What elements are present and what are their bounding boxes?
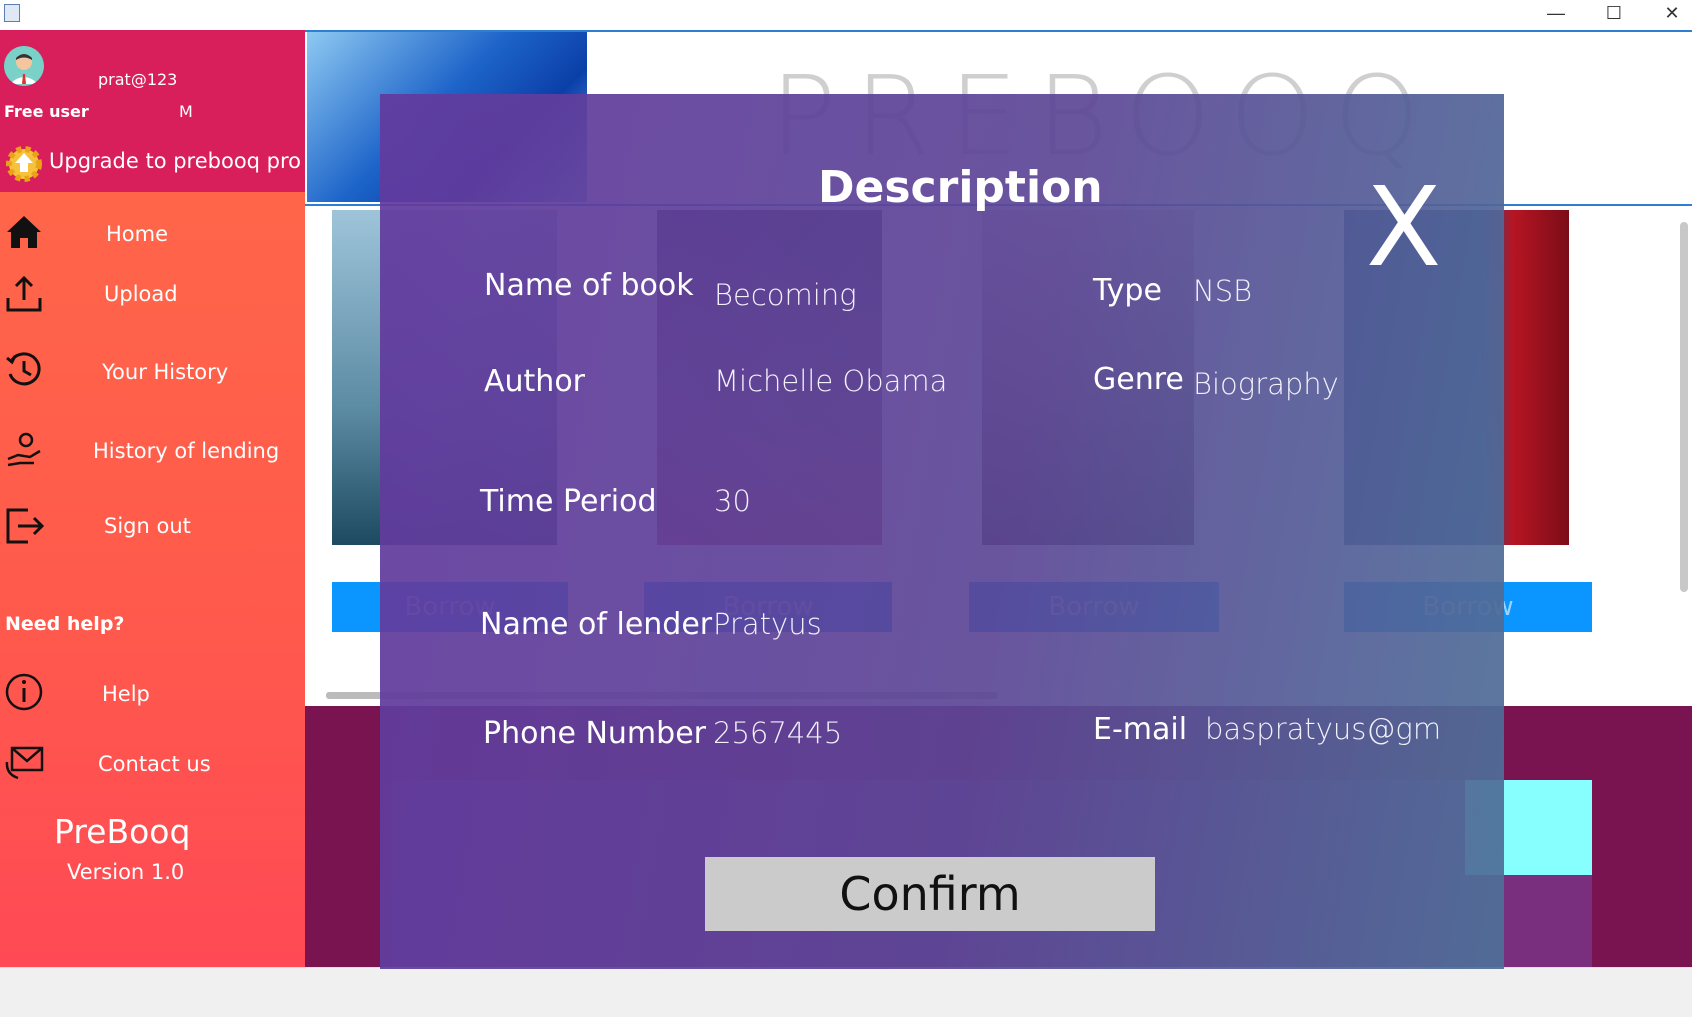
sidebar-item-help[interactable]: Help bbox=[0, 670, 305, 730]
email-value: baspratyus@gm bbox=[1205, 712, 1442, 746]
sidebar-item-home[interactable]: Home bbox=[0, 210, 305, 270]
username: prat@123 bbox=[98, 70, 178, 89]
version-label: Version 1.0 bbox=[67, 860, 185, 884]
time-period-value: 30 bbox=[714, 484, 751, 518]
upload-icon bbox=[6, 275, 42, 312]
sidebar-item-label: Upload bbox=[104, 282, 178, 306]
type-value: NSB bbox=[1193, 274, 1253, 308]
genre-value: Biography bbox=[1193, 367, 1339, 401]
sidebar: prat@123 Free user M Upgrade to prebooq … bbox=[0, 30, 305, 967]
sidebar-item-label: History of lending bbox=[93, 439, 280, 463]
window-titlebar: — ☐ ✕ bbox=[0, 0, 1692, 31]
genre-label: Genre bbox=[1093, 362, 1184, 397]
gender: M bbox=[179, 102, 193, 121]
book-name-label: Name of book bbox=[484, 268, 694, 303]
sign-out-icon bbox=[6, 508, 44, 544]
author-value: Michelle Obama bbox=[714, 364, 948, 398]
book-name-value: Becoming bbox=[714, 278, 857, 312]
upgrade-button[interactable]: Upgrade to prebooq pro bbox=[0, 134, 305, 192]
phone-value: 2567445 bbox=[713, 716, 843, 750]
maximize-button[interactable]: ☐ bbox=[1585, 0, 1643, 30]
sidebar-item-sign-out[interactable]: Sign out bbox=[0, 502, 305, 562]
modal-close-button[interactable]: X bbox=[1366, 172, 1441, 282]
description-modal bbox=[380, 94, 1504, 969]
upgrade-gear-icon bbox=[6, 146, 42, 182]
sidebar-item-history-of-lending[interactable]: History of lending bbox=[0, 427, 305, 487]
time-period-label: Time Period bbox=[480, 484, 657, 519]
close-window-button[interactable]: ✕ bbox=[1643, 0, 1692, 30]
vertical-scrollbar[interactable] bbox=[1680, 222, 1688, 592]
profile-panel: prat@123 Free user M Upgrade to prebooq … bbox=[0, 30, 305, 192]
history-icon bbox=[6, 352, 41, 386]
email-label: E-mail bbox=[1093, 712, 1188, 747]
modal-title: Description bbox=[818, 162, 1103, 213]
lender-label: Name of lender bbox=[480, 607, 713, 642]
upgrade-label: Upgrade to prebooq pro bbox=[49, 149, 302, 173]
sidebar-item-label: Home bbox=[106, 222, 169, 246]
sidebar-item-label: Contact us bbox=[98, 752, 211, 776]
mail-icon bbox=[5, 746, 44, 780]
sidebar-item-label: Sign out bbox=[104, 514, 191, 538]
sidebar-item-contact-us[interactable]: Contact us bbox=[0, 740, 305, 800]
minimize-button[interactable]: — bbox=[1527, 0, 1585, 30]
sidebar-item-your-history[interactable]: Your History bbox=[0, 348, 305, 408]
phone-label: Phone Number bbox=[483, 716, 706, 751]
confirm-button[interactable]: Confirm bbox=[705, 857, 1155, 931]
sidebar-item-label: Your History bbox=[102, 360, 229, 384]
sidebar-item-upload[interactable]: Upload bbox=[0, 270, 305, 330]
app-icon bbox=[4, 4, 20, 22]
avatar[interactable] bbox=[4, 46, 44, 86]
type-label: Type bbox=[1093, 273, 1162, 308]
lender-value: Pratyus bbox=[713, 607, 822, 641]
account-type: Free user bbox=[4, 102, 89, 121]
brand-name: PreBooq bbox=[54, 812, 191, 851]
info-icon bbox=[5, 673, 43, 711]
home-icon bbox=[7, 216, 41, 248]
status-bar bbox=[0, 967, 1692, 1017]
sidebar-item-label: Help bbox=[102, 682, 150, 706]
author-label: Author bbox=[484, 364, 586, 399]
lending-icon bbox=[7, 432, 41, 467]
help-heading: Need help? bbox=[5, 613, 125, 635]
